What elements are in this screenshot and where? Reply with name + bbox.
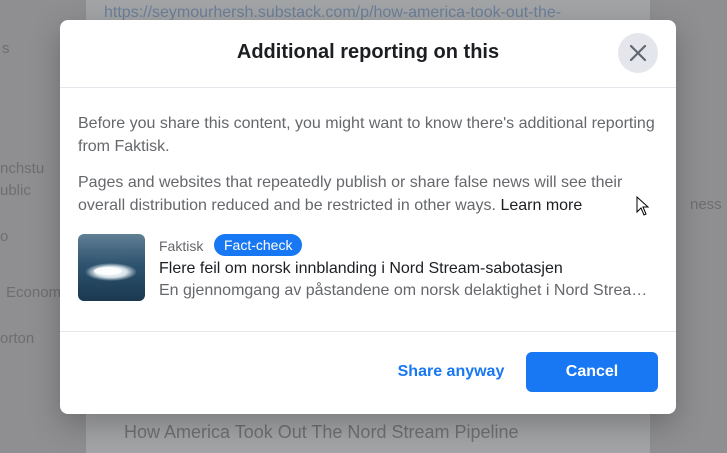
background-sidebar-text: o xyxy=(0,228,9,245)
close-icon xyxy=(629,44,647,62)
fact-check-article[interactable]: Faktisk Fact-check Flere feil om norsk i… xyxy=(78,234,659,302)
dialog-title: Additional reporting on this xyxy=(236,41,500,63)
article-source: Faktisk xyxy=(159,238,204,254)
learn-more-link[interactable]: Learn more xyxy=(500,197,582,214)
fact-check-badge: Fact-check xyxy=(214,234,303,256)
cancel-button[interactable]: Cancel xyxy=(526,352,658,392)
dialog-intro-text: Before you share this content, you might… xyxy=(78,115,655,155)
background-sidebar-text: orton xyxy=(0,330,35,347)
sea-gas-leak-image xyxy=(78,234,145,301)
article-thumbnail xyxy=(78,234,145,301)
background-sidebar-text: nchstu xyxy=(0,160,45,177)
share-anyway-button[interactable]: Share anyway xyxy=(386,352,516,392)
dialog-header: Additional reporting on this xyxy=(60,20,676,88)
article-title: Flere feil om norsk innblanding i Nord S… xyxy=(159,260,563,277)
background-sidebar-text: s xyxy=(2,40,10,57)
footer-divider xyxy=(60,331,676,332)
dialog-policy-text: Pages and websites that repeatedly publi… xyxy=(78,171,658,217)
article-description: En gjennomgang av påstandene om norsk de… xyxy=(159,282,659,299)
additional-reporting-dialog: Additional reporting on this Before you … xyxy=(60,20,676,414)
close-button[interactable] xyxy=(618,33,658,73)
background-link-title: How America Took Out The Nord Stream Pip… xyxy=(124,422,519,442)
background-sidebar-text: ublic xyxy=(0,182,31,199)
mouse-cursor-icon xyxy=(636,196,650,216)
background-sidebar-text: Econom xyxy=(6,284,62,301)
background-sidebar-text: ness xyxy=(690,196,722,213)
